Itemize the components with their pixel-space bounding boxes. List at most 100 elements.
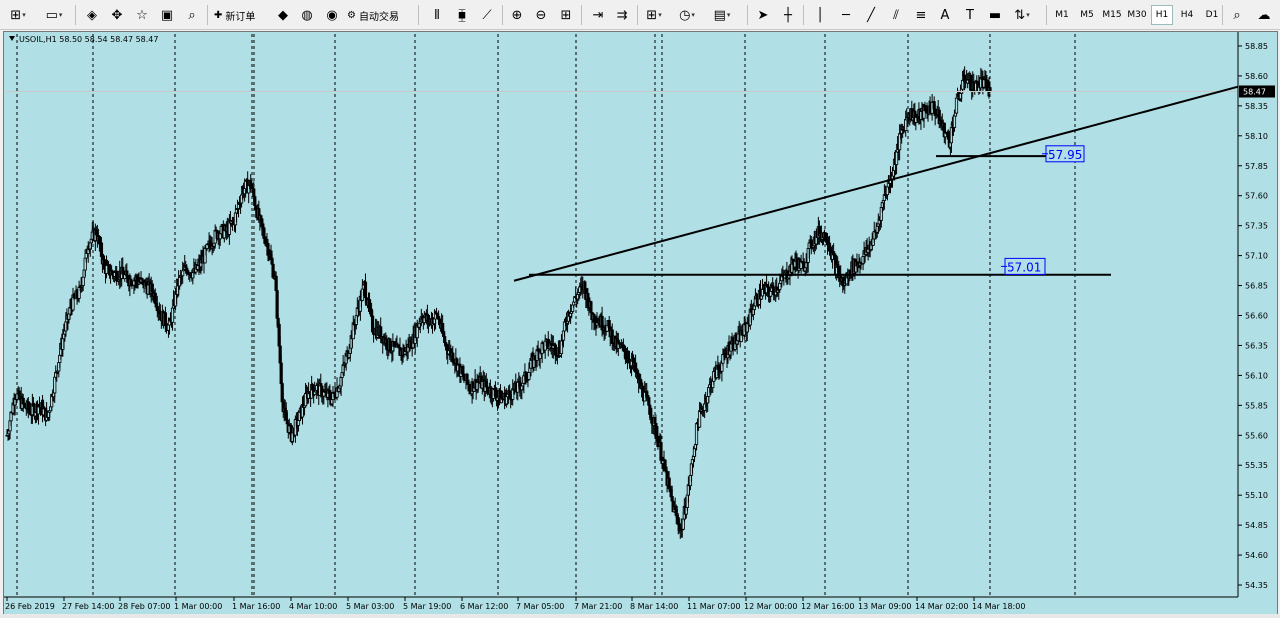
y-tick-label: 58.10 xyxy=(1245,132,1268,141)
axes: 58.85 58.60 58.35 58.10 57.85 57.60 57.35 57.10… xyxy=(4,32,1268,611)
tile-windows-icon[interactable]: ⊞ xyxy=(556,5,576,25)
y-tick-label: 57.35 xyxy=(1245,222,1268,231)
y-tick-label: 56.60 xyxy=(1245,312,1268,321)
candle-body-bear xyxy=(275,290,279,319)
toolbar-separator xyxy=(803,5,804,25)
x-tick-label: 5 Mar 19:00 xyxy=(403,602,451,611)
candle-body-bull xyxy=(81,276,85,286)
toolbar-separator xyxy=(637,5,638,25)
equidistant-channel-icon[interactable]: ⫽ xyxy=(886,5,906,25)
navigator-icon[interactable]: ☆ xyxy=(132,5,152,25)
candle-body-bull xyxy=(778,282,782,290)
chart-shift-icon[interactable]: ⇥ xyxy=(588,5,608,25)
periods-icon[interactable]: ◷ ▾ xyxy=(677,5,697,25)
y-tick-label: 55.60 xyxy=(1245,431,1268,440)
new-chart-icon[interactable]: ⊞ ▾ xyxy=(8,5,28,25)
current-price-label: 58.47 xyxy=(1243,87,1266,96)
y-tick-label: 58.85 xyxy=(1245,42,1268,51)
candle-body-bear xyxy=(285,419,289,425)
chart-objects: 58.47 57.95 57.01 xyxy=(6,85,1275,282)
rectangle-icon[interactable]: ▬ xyxy=(985,5,1005,25)
x-tick-label: 28 Feb 07:00 xyxy=(118,602,170,611)
timeframe-h1-button[interactable]: H1 xyxy=(1151,5,1173,25)
text-label-icon[interactable]: T xyxy=(960,5,980,25)
chart-window[interactable]: 58.47 57.95 57.01 58.85 58.60 58.35 58.10 57.8… xyxy=(3,31,1278,615)
x-tick-label: 1 Mar 16:00 xyxy=(232,602,280,611)
arrows-icon[interactable]: ⇅ ▾ xyxy=(1012,5,1032,25)
trendline-icon[interactable]: ╱ xyxy=(861,5,881,25)
chat-icon[interactable]: ☁ xyxy=(1254,5,1274,25)
x-tick-label: 26 Feb 2019 xyxy=(5,602,55,611)
templates-icon[interactable]: ▤ ▾ xyxy=(712,5,732,25)
price-label-text: 57.01 xyxy=(1007,260,1041,274)
collapse-arrow-icon[interactable] xyxy=(9,36,15,41)
candle-body-bear xyxy=(279,362,283,384)
strategy-tester-icon[interactable]: ⌕ xyxy=(182,5,202,25)
candle xyxy=(954,97,959,115)
y-tick-label: 55.10 xyxy=(1245,491,1268,500)
line-chart-icon[interactable]: ⟋ xyxy=(477,5,497,25)
toolbar-separator xyxy=(207,5,208,25)
candle-body-bear xyxy=(622,345,627,352)
timeframe-m1-button[interactable]: M1 xyxy=(1051,5,1073,25)
auto-trading-button[interactable]: ⚙ 自动交易 xyxy=(347,5,399,25)
candle-body-bear xyxy=(266,243,270,256)
timeframe-m15-button[interactable]: M15 xyxy=(1101,5,1123,25)
timeframe-d1-button[interactable]: D1 xyxy=(1201,5,1223,25)
search-icon[interactable]: ⌕ xyxy=(1227,5,1247,25)
data-window-icon[interactable]: ✥ xyxy=(107,5,127,25)
y-tick-label: 54.85 xyxy=(1245,521,1268,530)
cursor-icon[interactable]: ➤ xyxy=(753,5,773,25)
market-icon[interactable]: ◉ xyxy=(322,5,342,25)
x-tick-label: 27 Feb 14:00 xyxy=(62,602,114,611)
auto-trading-label: 自动交易 xyxy=(358,11,399,23)
horizontal-line-icon[interactable]: ─ xyxy=(836,5,856,25)
toolbar-separator xyxy=(75,5,76,25)
crosshair-icon[interactable]: ┼ xyxy=(778,5,798,25)
toolbar-separator xyxy=(1222,5,1223,25)
signals-icon[interactable]: ◍ xyxy=(297,5,317,25)
new-order-label: 新订单 xyxy=(225,11,256,23)
fibonacci-icon[interactable]: ≡ xyxy=(911,5,931,25)
x-tick-label: 6 Mar 12:00 xyxy=(460,602,508,611)
y-tick-label: 57.85 xyxy=(1245,162,1268,171)
candle-body-bull xyxy=(181,270,185,277)
zoom-out-icon[interactable]: ⊖ xyxy=(531,5,551,25)
candle-body-bear xyxy=(659,442,663,461)
new-order-icon: ✚ xyxy=(214,9,223,21)
x-tick-label: 13 Mar 09:00 xyxy=(858,602,911,611)
horizontal-line-object[interactable]: 57.01 xyxy=(529,257,1111,276)
x-tick-label: 12 Mar 16:00 xyxy=(801,602,854,611)
y-tick-label: 58.35 xyxy=(1245,102,1268,111)
y-tick-label: 56.35 xyxy=(1245,341,1268,350)
timeframe-m30-button[interactable]: M30 xyxy=(1126,5,1148,25)
candle-body-bull xyxy=(904,119,908,131)
chart-title: USOIL,H1 58.50 58.54 58.47 58.47 xyxy=(19,35,158,44)
profiles-icon[interactable]: ▭ ▾ xyxy=(44,5,64,25)
auto-scroll-icon[interactable]: ⇉ xyxy=(612,5,632,25)
terminal-icon[interactable]: ▣ xyxy=(157,5,177,25)
x-tick-label: 7 Mar 21:00 xyxy=(574,602,622,611)
market-watch-icon[interactable]: ◈ xyxy=(82,5,102,25)
timeframe-m5-button[interactable]: M5 xyxy=(1076,5,1098,25)
x-tick-label: 12 Mar 00:00 xyxy=(744,602,797,611)
y-tick-label: 54.35 xyxy=(1245,581,1268,590)
status-bar xyxy=(0,614,1280,618)
price-chart[interactable]: 58.47 57.95 57.01 58.85 58.60 58.35 58.10 57.8… xyxy=(4,32,1277,614)
new-order-button[interactable]: ✚ 新订单 xyxy=(214,5,255,25)
main-toolbar: ⊞ ▾ ▭ ▾ ◈ ✥ ☆ ▣ ⌕ ✚ 新订单 ◆ ◍ ◉ ⚙ 自动交易 ⫴ ⧯ ⟋… xyxy=(0,0,1280,30)
toolbar-separator xyxy=(502,5,503,25)
candlestick-chart-icon[interactable]: ⧯ xyxy=(452,5,472,25)
x-tick-label: 8 Mar 14:00 xyxy=(630,602,678,611)
zoom-in-icon[interactable]: ⊕ xyxy=(507,5,527,25)
candle-body-bull xyxy=(527,372,531,380)
candle-body-bull xyxy=(313,391,317,395)
bar-chart-icon[interactable]: ⫴ xyxy=(427,5,447,25)
timeframe-h4-button[interactable]: H4 xyxy=(1176,5,1198,25)
vertical-line-icon[interactable]: │ xyxy=(810,5,830,25)
text-icon[interactable]: A xyxy=(935,5,955,25)
trendline[interactable] xyxy=(513,85,1239,282)
metaeditor-icon[interactable]: ◆ xyxy=(273,5,293,25)
indicators-icon[interactable]: ⊞ ▾ xyxy=(644,5,664,25)
y-tick-label: 57.60 xyxy=(1245,192,1268,201)
